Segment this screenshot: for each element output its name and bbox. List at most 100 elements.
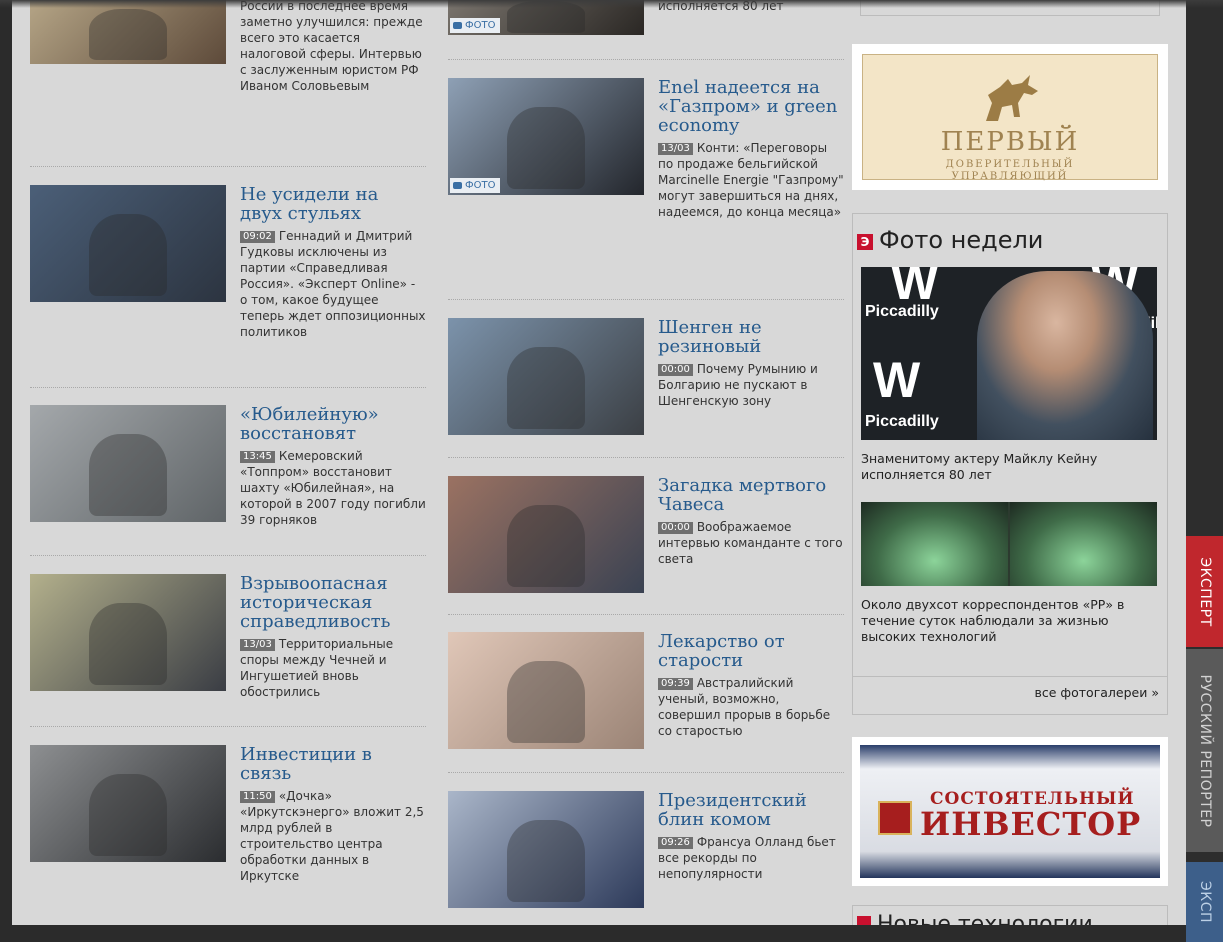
thumbnail-image — [448, 318, 644, 435]
news-lead: 09:02 Геннадий и Дмитрий Гудковы исключен… — [240, 228, 426, 340]
news-title-link[interactable]: Лекарство от старости — [658, 632, 844, 670]
news-item: «Юбилейную» восстановят 13:45 Кемеровский … — [30, 387, 426, 556]
tab-russian-reporter[interactable]: РУССКИЙ РЕПОРТЕР — [1186, 649, 1223, 852]
news-item: ФОТО Enel надеется на «Газпром» и green e… — [448, 59, 844, 300]
news-thumbnail[interactable]: ФОТО — [448, 78, 644, 195]
time-badge: 13:45 — [240, 451, 275, 463]
news-body: Шенген не резиновый 00:00 Почему Румынию и… — [658, 318, 844, 409]
perviy-title: ПЕРВЫЙ — [940, 127, 1080, 157]
thumbnail-image — [30, 574, 226, 691]
thumbnail-image — [30, 745, 226, 862]
brand-text-1: Piccadilly — [865, 303, 939, 320]
thumbnail-image — [30, 405, 226, 522]
news-thumbnail[interactable] — [448, 632, 644, 749]
news-thumbnail[interactable] — [448, 791, 644, 908]
news-title-link[interactable]: Инвестиции в связь — [240, 745, 426, 783]
time-badge: 11:50 — [240, 791, 275, 803]
horse-logo-icon — [986, 75, 1038, 121]
news-lead-text: Геннадий и Дмитрий Гудковы исключены из … — [240, 229, 426, 339]
tab-expert-online-label: ЭКСП — [1196, 880, 1213, 924]
thumbnail-image — [30, 0, 226, 64]
time-badge: 09:39 — [658, 678, 693, 690]
news-item: Загадка мертвого Чавеса 00:00 Воображаемое… — [448, 457, 844, 615]
news-title-link[interactable]: Не усидели на двух стульях — [240, 185, 426, 223]
page: России в последнее время заметно улучшил… — [12, 0, 1186, 925]
news-thumbnail[interactable] — [448, 318, 644, 435]
news-body: Инвестиции в связь 11:50 «Дочка» «Иркутскэ… — [240, 745, 426, 884]
all-galleries-link[interactable]: все фотогалереи » — [853, 676, 1167, 700]
photo-week-main-photo[interactable]: W Piccadilly W Piccadilly W Piccadilly — [861, 267, 1157, 440]
news-item: Не усидели на двух стульях 09:02 Геннадий … — [30, 166, 426, 387]
time-badge: 00:00 — [658, 364, 693, 376]
double-chevron-icon: » — [1151, 685, 1159, 700]
news-item: Президентский блин комом 09:26 Франсуа Олл… — [448, 772, 844, 925]
tab-expert-online[interactable]: ЭКСП — [1186, 862, 1223, 942]
thumbnail-image — [30, 185, 226, 302]
photo-week-block: Э Фото недели W Piccadilly W Piccadilly W… — [852, 213, 1168, 715]
news-title-link[interactable]: Загадка мертвого Чавеса — [658, 476, 844, 514]
news-thumbnail[interactable] — [30, 745, 226, 862]
news-title-link[interactable]: Президентский блин комом — [658, 791, 844, 829]
news-lead: 00:00 Воображаемое интервью команданте с … — [658, 519, 844, 567]
photo-week-caption-2[interactable]: Около двухсот корреспондентов «РР» в теч… — [861, 597, 1157, 645]
news-body: Президентский блин комом 09:26 Франсуа Олл… — [658, 791, 844, 882]
news-thumbnail[interactable] — [30, 0, 226, 64]
portrait-figure — [977, 271, 1153, 440]
news-body: Взрывоопасная историческая справедливост… — [240, 574, 426, 700]
time-badge: 13/03 — [240, 639, 275, 651]
investor-banner-inner: СОСТОЯТЕЛЬНЫЙ ИНВЕСТОР — [860, 745, 1160, 878]
news-item: России в последнее время заметно улучшил… — [30, 0, 426, 165]
news-body: Enel надеется на «Газпром» и green econo… — [658, 78, 844, 220]
tab-expert[interactable]: ЭКСПЕРТ — [1186, 536, 1223, 647]
investor-logo-icon — [878, 801, 912, 835]
new-tech-heading: Новые технологии — [857, 912, 1093, 925]
time-badge: 13/03 — [658, 143, 693, 155]
camera-icon — [453, 182, 462, 189]
news-body: Не усидели на двух стульях 09:02 Геннадий … — [240, 185, 426, 340]
photo-week-heading: Э Фото недели — [857, 226, 1043, 254]
news-lead: 11:50 «Дочка» «Иркутскэнерго» вложит 2,5 … — [240, 788, 426, 884]
time-badge: 00:00 — [658, 522, 693, 534]
news-lead: 00:00 Почему Румынию и Болгарию не пускаю… — [658, 361, 844, 409]
camera-icon — [453, 22, 462, 29]
photo-week-title: Фото недели — [879, 226, 1044, 254]
tab-expert-label: ЭКСПЕРТ — [1196, 556, 1213, 627]
news-lead: 09:26 Франсуа Олланд бьет все рекорды по … — [658, 834, 844, 882]
news-lead-text: России в последнее время заметно улучшил… — [240, 0, 423, 93]
news-thumbnail[interactable] — [30, 405, 226, 522]
news-item: ФОТОисполняется 80 лет — [448, 0, 844, 58]
news-thumbnail[interactable] — [30, 574, 226, 691]
photo-badge[interactable]: ФОТО — [450, 178, 501, 193]
investor-banner[interactable]: СОСТОЯТЕЛЬНЫЙ ИНВЕСТОР — [852, 737, 1168, 886]
thumbnail-image — [448, 791, 644, 908]
expert-e-icon — [857, 916, 871, 925]
perviy-sub-line1: ДОВЕРИТЕЛЬНЫЙ — [945, 159, 1075, 170]
news-thumbnail[interactable] — [30, 185, 226, 302]
news-title-link[interactable]: Enel надеется на «Газпром» и green econo… — [658, 78, 844, 135]
photo-half-right — [1010, 502, 1157, 586]
news-title-link[interactable]: Взрывоопасная историческая справедливост… — [240, 574, 426, 631]
photo-half-left — [861, 502, 1008, 586]
news-item: Шенген не резиновый 00:00 Почему Румынию и… — [448, 299, 844, 458]
photo-week-second-photo[interactable] — [861, 502, 1157, 586]
news-item: Взрывоопасная историческая справедливост… — [30, 555, 426, 726]
news-thumbnail[interactable] — [448, 476, 644, 593]
photo-badge-label: ФОТО — [465, 180, 496, 191]
perviy-sub-line2: УПРАВЛЯЮЩИЙ — [951, 171, 1069, 182]
news-title-link[interactable]: «Юбилейную» восстановят — [240, 405, 426, 443]
news-body: Загадка мертвого Чавеса 00:00 Воображаемое… — [658, 476, 844, 567]
expert-e-icon: Э — [857, 234, 873, 250]
perviy-banner[interactable]: ПЕРВЫЙ ДОВЕРИТЕЛЬНЫЙ УПРАВЛЯЮЩИЙ — [852, 44, 1168, 190]
news-title-link[interactable]: Шенген не резиновый — [658, 318, 844, 356]
news-lead: 13:45 Кемеровский «Топпром» восстановит ш… — [240, 448, 426, 528]
news-lead: России в последнее время заметно улучшил… — [240, 0, 426, 94]
investor-line2: ИНВЕСТОР — [920, 805, 1142, 843]
photo-badge-label: ФОТО — [465, 20, 496, 31]
tab-russian-reporter-label: РУССКИЙ РЕПОРТЕР — [1196, 674, 1213, 827]
top-shadow — [0, 0, 1223, 8]
time-badge: 09:02 — [240, 231, 275, 243]
news-body: «Юбилейную» восстановят 13:45 Кемеровский … — [240, 405, 426, 528]
side-tab-rail: ЭКСПЕРТ РУССКИЙ РЕПОРТЕР ЭКСП — [1186, 0, 1223, 942]
photo-badge[interactable]: ФОТО — [450, 18, 501, 33]
photo-week-caption-1[interactable]: Знаменитому актеру Майклу Кейну исполняе… — [861, 451, 1157, 483]
